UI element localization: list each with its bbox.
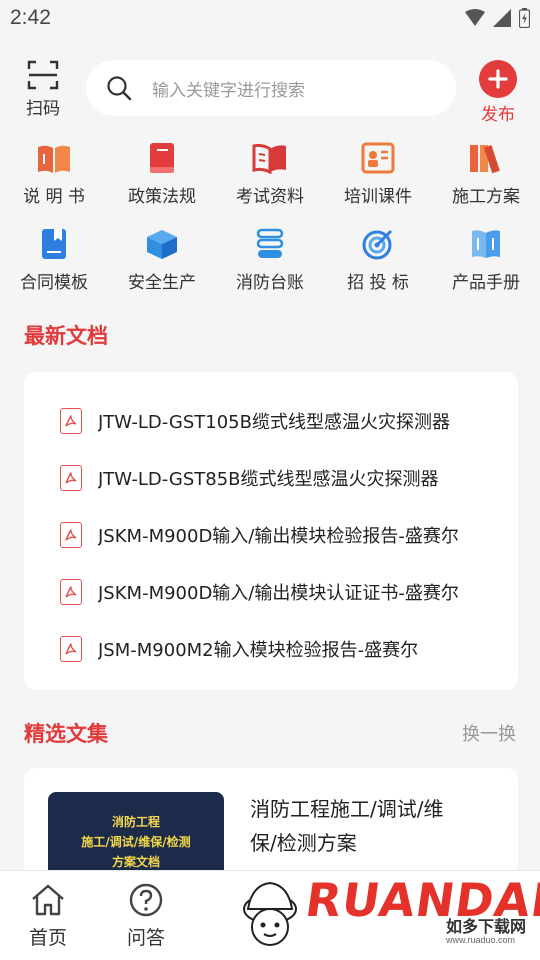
refresh-button[interactable]: 换一换 [462,720,516,746]
category-contract[interactable]: 合同模板 [0,226,108,312]
doc-title: JSKM-M900D输入/输出模块认证证书-盛赛尔 [98,582,459,604]
category-row: 说 明 书 政策法规 考试资料 培训课件 施工方案 [0,140,540,226]
latest-section-title: 最新文档 [24,324,108,348]
nav-qa[interactable]: 问答 [116,883,176,950]
category-row: 合同模板 安全生产 消防台账 招 投 标 产品手册 [0,226,540,312]
featured-title: 消防工程施工/调试/维 保/检测方案 [250,792,490,860]
category-label: 消防台账 [236,273,304,293]
category-label: 施工方案 [452,187,520,207]
watermark-url: www.ruaduo.com [446,935,516,945]
publish-button[interactable]: 发布 [478,60,518,125]
nav-qa-label: 问答 [126,927,165,949]
doc-title: JSM-M900M2输入模块检验报告-盛赛尔 [98,639,419,661]
category-safety[interactable]: 安全生产 [108,226,216,312]
category-exam[interactable]: 考试资料 [216,140,324,226]
featured-title-line: 消防工程施工/调试/维 [250,797,444,821]
doc-title: JTW-LD-GST85B缆式线型感温火灾探测器 [98,468,439,490]
latest-doc-list: JTW-LD-GST105B缆式线型感温火灾探测器 JTW-LD-GST85B缆… [24,372,518,690]
category-bidding[interactable]: 招 投 标 [324,226,432,312]
pdf-icon [60,578,82,605]
list-item[interactable]: JSKM-M900D输入/输出模块检验报告-盛赛尔 [24,506,518,563]
plus-icon [479,60,517,98]
presentation-icon [324,140,432,174]
pdf-icon [60,407,82,434]
battery-icon [519,8,530,28]
status-time: 2:42 [10,6,51,29]
list-item[interactable]: JTW-LD-GST85B缆式线型感温火灾探测器 [24,449,518,506]
ledger-icon [216,226,324,260]
scan-button[interactable]: 扫码 [22,60,64,119]
category-policy[interactable]: 政策法规 [108,140,216,226]
scan-icon [27,60,59,90]
publish-label: 发布 [481,105,515,125]
category-label: 政策法规 [128,187,196,207]
books-icon [432,140,540,174]
mascot-icon [243,881,297,946]
list-item[interactable]: JSKM-M900D输入/输出模块认证证书-盛赛尔 [24,563,518,620]
category-label: 产品手册 [452,273,520,293]
signal-icon [493,9,511,27]
doc-title: JSKM-M900D输入/输出模块检验报告-盛赛尔 [98,525,459,547]
pdf-icon [60,464,82,491]
category-label: 招 投 标 [347,273,409,293]
book-open-icon [0,140,108,174]
list-item[interactable]: JSM-M900M2输入模块检验报告-盛赛尔 [24,620,518,677]
pdf-icon [60,635,82,662]
category-construction[interactable]: 施工方案 [432,140,540,226]
category-manual[interactable]: 说 明 书 [0,140,108,226]
category-training[interactable]: 培训课件 [324,140,432,226]
target-icon [324,226,432,260]
category-label: 说 明 书 [23,187,85,207]
category-label: 培训课件 [344,187,412,207]
status-bar: 2:42 [0,0,540,36]
box-icon [108,226,216,260]
search-icon [107,76,132,101]
watermark-subtitle: 如多下载网 [446,917,527,936]
book-icon [108,140,216,174]
watermark: RUANDADO 如多下载网 www.ruaduo.com [238,871,540,960]
doc-title: JTW-LD-GST105B缆式线型感温火灾探测器 [98,411,450,433]
thumb-line: 方案文档 [111,855,160,869]
bottom-nav: 首页 问答 RUANDADO 如多下载网 www.ruaduo.com [0,870,540,960]
category-label: 合同模板 [20,273,88,293]
thumb-line: 消防工程 [111,815,160,829]
thumb-line: 施工/调试/维保/检测 [81,835,191,849]
nav-home-label: 首页 [28,927,67,949]
featured-section-title: 精选文集 [24,722,108,746]
manual-icon [432,226,540,260]
pdf-icon [60,521,82,548]
contract-icon [0,226,108,260]
category-label: 安全生产 [128,273,196,293]
search-bar[interactable]: 输入关键字进行搜索 [86,60,456,116]
list-item[interactable]: JTW-LD-GST105B缆式线型感温火灾探测器 [24,392,518,449]
search-input[interactable]: 输入关键字进行搜索 [152,76,305,101]
open-book-icon [216,140,324,174]
nav-home[interactable]: 首页 [18,883,78,950]
question-icon [129,883,163,917]
category-label: 考试资料 [236,187,304,207]
home-icon [32,884,64,916]
status-icons [465,8,530,28]
category-product-manual[interactable]: 产品手册 [432,226,540,312]
category-fire-ledger[interactable]: 消防台账 [216,226,324,312]
scan-label: 扫码 [26,99,60,119]
featured-title-line: 保/检测方案 [250,831,357,855]
wifi-icon [465,9,485,26]
category-grid: 说 明 书 政策法规 考试资料 培训课件 施工方案 合同模板 安全生产 消防台账… [0,140,540,312]
